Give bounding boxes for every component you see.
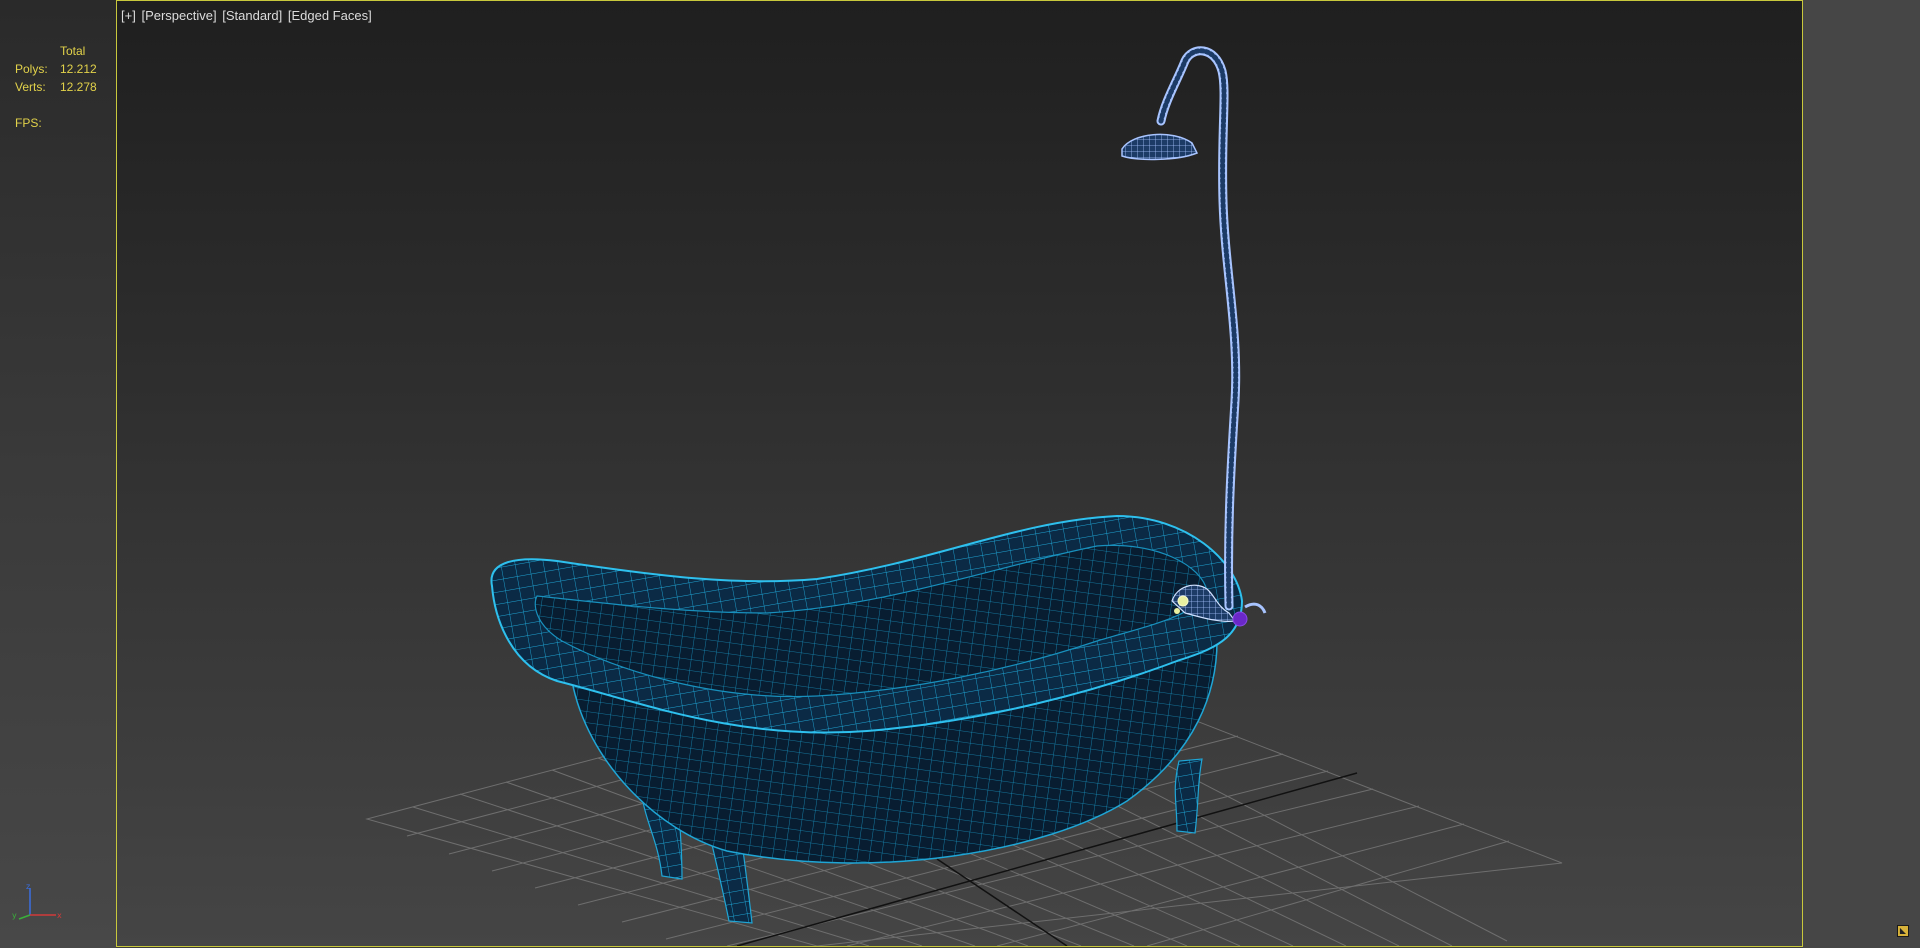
scene-canvas[interactable] <box>117 1 1802 946</box>
gizmo-x-label: x <box>57 911 62 920</box>
viewport-label-menu: [+] [Perspective] [Standard] [Edged Face… <box>121 8 374 23</box>
verts-value: 12.278 <box>60 80 97 94</box>
fps-label: FPS: <box>15 116 42 130</box>
axis-gizmo-icon: z x y <box>12 882 62 920</box>
viewport-general-menu[interactable]: [+] <box>121 8 136 23</box>
verts-label: Verts: <box>15 80 46 94</box>
polys-label: Polys: <box>15 62 48 76</box>
shower-head[interactable] <box>1121 133 1199 161</box>
viewport-edged-faces-menu[interactable]: [Edged Faces] <box>288 8 372 23</box>
gizmo-z-label: z <box>26 882 30 891</box>
gizmo-y-label: y <box>12 911 17 920</box>
stats-header: Total <box>60 44 86 58</box>
right-panel <box>1803 0 1920 948</box>
polys-value: 12.212 <box>60 62 97 76</box>
viewport-shading-menu[interactable]: [Standard] <box>222 8 282 23</box>
maximize-toggle-icon[interactable]: ◣ <box>1897 925 1909 937</box>
left-panel: Total Polys: 12.212 Verts: 12.278 FPS: z… <box>0 0 116 948</box>
perspective-viewport[interactable]: [+] [Perspective] [Standard] [Edged Face… <box>116 0 1803 947</box>
3ds-max-window: Total Polys: 12.212 Verts: 12.278 FPS: z… <box>0 0 1920 948</box>
viewport-point-of-view-menu[interactable]: [Perspective] <box>141 8 216 23</box>
